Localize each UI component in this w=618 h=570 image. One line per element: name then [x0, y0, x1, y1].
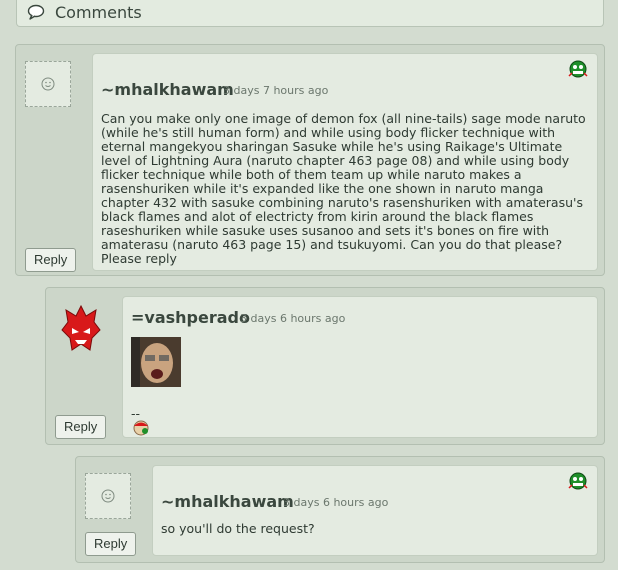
comment-1: Reply ~mhalkhawam 3 days 7 hours ago Can…	[15, 44, 605, 276]
red-demon-avatar[interactable]	[60, 304, 102, 354]
avatar[interactable]	[85, 473, 131, 519]
comment-text: so you'll do the request?	[161, 521, 315, 536]
comments-title: Comments	[55, 3, 142, 22]
green-alien-badge-icon	[568, 60, 588, 78]
comments-header: Comments	[16, 0, 604, 27]
reply-button[interactable]: Reply	[55, 415, 107, 439]
username[interactable]: ~mhalkhawam	[101, 80, 234, 99]
smiley-icon	[41, 77, 55, 91]
green-alien-badge-icon	[568, 472, 588, 490]
comment-body: =vashperado 3 days 6 hours ago --	[122, 296, 598, 438]
smiley-icon	[101, 489, 115, 503]
comment-body: ~mhalkhawam 3 days 6 hours ago so you'll…	[152, 465, 598, 556]
comment-3: Reply ~mhalkhawam 3 days 6 hours ago so …	[75, 456, 605, 563]
reply-button[interactable]: Reply	[85, 532, 137, 556]
timestamp[interactable]: 3 days 7 hours ago	[223, 84, 328, 97]
comment-2: Reply =vashperado 3 days 6 hours ago --	[45, 287, 605, 445]
timestamp[interactable]: 3 days 6 hours ago	[283, 496, 388, 509]
reply-button[interactable]: Reply	[25, 248, 77, 272]
comment-body: ~mhalkhawam 3 days 7 hours ago Can you m…	[92, 53, 598, 271]
speech-bubble-icon	[27, 4, 45, 20]
comment-text: Can you make only one image of demon fox…	[101, 111, 586, 266]
avatar[interactable]	[25, 61, 71, 107]
embedded-photo[interactable]	[131, 337, 181, 387]
username[interactable]: =vashperado	[131, 308, 250, 327]
username[interactable]: ~mhalkhawam	[161, 492, 294, 511]
timestamp[interactable]: 3 days 6 hours ago	[240, 312, 345, 325]
mini-avatar-icon	[133, 420, 149, 436]
